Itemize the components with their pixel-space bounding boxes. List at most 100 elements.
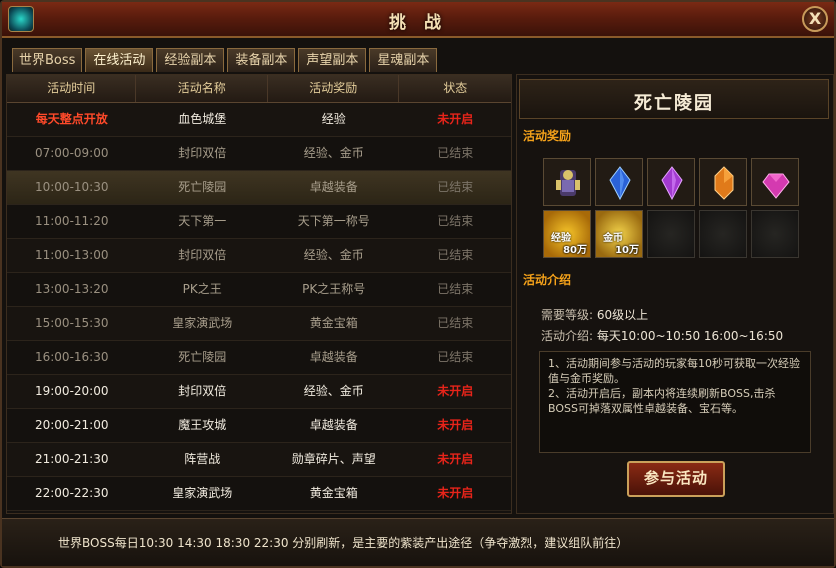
row-time: 11:00-11:20 bbox=[34, 214, 109, 228]
row-time: 每天整点开放 bbox=[35, 112, 108, 126]
row-status: 未开启 bbox=[437, 486, 474, 500]
table-row[interactable]: 16:00-16:30 死亡陵园 卓越装备 已结束 bbox=[7, 341, 511, 375]
activity-table: 活动时间 活动名称 活动奖励 状态 每天整点开放 血色城堡 经验 未开启 07:… bbox=[6, 74, 512, 514]
table-row[interactable]: 15:00-15:30 皇家演武场 黄金宝箱 已结束 bbox=[7, 307, 511, 341]
row-reward: 经验、金币 bbox=[303, 146, 364, 160]
header-status: 状态 bbox=[443, 81, 468, 95]
level-requirement: 需要等级: 60级以上 bbox=[541, 306, 648, 323]
table-row-selected[interactable]: 10:00-10:30 死亡陵园 卓越装备 已结束 bbox=[7, 171, 511, 205]
orange-crystal-icon[interactable] bbox=[699, 158, 747, 206]
header-name: 活动名称 bbox=[136, 75, 268, 102]
window-title: 挑 战 bbox=[389, 13, 447, 33]
tab-star-soul-dungeon[interactable]: 星魂副本 bbox=[369, 48, 438, 72]
reward-grid: 经验 80万 金币 10万 bbox=[543, 158, 803, 258]
exp-quantity: 80万 bbox=[563, 245, 587, 256]
row-status: 已结束 bbox=[437, 248, 474, 262]
table-row[interactable]: 20:00-21:00 魔王攻城 卓越装备 未开启 bbox=[7, 409, 511, 443]
row-time: 20:00-21:00 bbox=[34, 418, 109, 432]
table-row[interactable]: 11:00-13:00 封印双倍 经验、金币 已结束 bbox=[7, 239, 511, 273]
row-reward: PK之王称号 bbox=[302, 282, 366, 296]
table-row[interactable]: 每天整点开放 血色城堡 经验 未开启 bbox=[7, 103, 511, 137]
intro-value: 每天10:00~10:50 16:00~16:50 bbox=[596, 329, 784, 343]
row-reward: 卓越装备 bbox=[309, 418, 358, 432]
table-row[interactable]: 22:00-22:30 皇家演武场 黄金宝箱 未开启 bbox=[7, 477, 511, 511]
activity-title-box: 死亡陵园 bbox=[519, 79, 829, 119]
row-status: 未开启 bbox=[437, 384, 474, 398]
row-reward: 经验、金币 bbox=[303, 384, 364, 398]
intro-section-heading: 活动介绍 bbox=[523, 273, 572, 287]
row-name: 死亡陵园 bbox=[178, 350, 227, 364]
purple-crystal-icon[interactable] bbox=[647, 158, 695, 206]
tab-equipment-dungeon[interactable]: 装备副本 bbox=[227, 48, 296, 72]
row-reward: 经验、金币 bbox=[303, 248, 364, 262]
activity-detail-panel: 死亡陵园 活动奖励 经验 80万 金币 10万 活动介绍 需要等级: 60级以上… bbox=[516, 74, 834, 514]
tab-exp-dungeon[interactable]: 经验副本 bbox=[156, 48, 225, 72]
row-name: 封印双倍 bbox=[178, 146, 227, 160]
row-reward: 天下第一称号 bbox=[297, 214, 370, 228]
empty-slot bbox=[699, 210, 747, 258]
row-status: 已结束 bbox=[437, 316, 474, 330]
row-name: 血色城堡 bbox=[178, 112, 227, 126]
row-name: PK之王 bbox=[182, 282, 222, 296]
row-name: 封印双倍 bbox=[178, 248, 227, 262]
footer-notice: 世界BOSS每日10:30 14:30 18:30 22:30 分别刷新，是主要… bbox=[58, 536, 629, 550]
row-status: 已结束 bbox=[437, 214, 474, 228]
table-header: 活动时间 活动名称 活动奖励 状态 bbox=[7, 75, 511, 103]
description-line-1: 1、活动期间参与活动的玩家每10秒可获取一次经验值与金币奖励。 bbox=[548, 357, 800, 385]
armor-set-icon[interactable] bbox=[543, 158, 591, 206]
gold-coin-icon[interactable]: 金币 10万 bbox=[595, 210, 643, 258]
gold-quantity: 10万 bbox=[615, 245, 639, 256]
row-reward: 黄金宝箱 bbox=[309, 316, 358, 330]
activity-description: 1、活动期间参与活动的玩家每10秒可获取一次经验值与金币奖励。 2、活动开启后，… bbox=[539, 351, 811, 453]
tab-world-boss[interactable]: 世界Boss bbox=[12, 48, 83, 72]
table-row[interactable]: 07:00-09:00 封印双倍 经验、金币 已结束 bbox=[7, 137, 511, 171]
pink-gem-icon[interactable] bbox=[751, 158, 799, 206]
row-name: 封印双倍 bbox=[178, 384, 227, 398]
level-label: 需要等级: bbox=[541, 308, 594, 322]
row-time: 22:00-22:30 bbox=[34, 486, 109, 500]
row-time: 10:00-10:30 bbox=[34, 180, 109, 194]
row-status: 已结束 bbox=[437, 180, 474, 194]
tab-bar: 世界Boss 在线活动 经验副本 装备副本 声望副本 星魂副本 bbox=[12, 48, 438, 72]
row-reward: 卓越装备 bbox=[309, 180, 358, 194]
table-row[interactable]: 11:00-11:20 天下第一 天下第一称号 已结束 bbox=[7, 205, 511, 239]
join-activity-button[interactable]: 参与活动 bbox=[627, 461, 725, 497]
intro-label: 活动介绍: bbox=[541, 329, 594, 343]
row-name: 阵营战 bbox=[184, 452, 221, 466]
title-bar: 挑 战 X bbox=[2, 2, 834, 38]
row-status: 已结束 bbox=[437, 282, 474, 296]
level-value: 60级以上 bbox=[596, 308, 649, 322]
row-name: 皇家演武场 bbox=[172, 316, 233, 330]
row-name: 皇家演武场 bbox=[172, 486, 233, 500]
activity-schedule: 活动介绍: 每天10:00~10:50 16:00~16:50 bbox=[541, 327, 783, 344]
row-time: 16:00-16:30 bbox=[34, 350, 109, 364]
table-row[interactable]: 21:00-21:30 阵营战 勋章碎片、声望 未开启 bbox=[7, 443, 511, 477]
exp-icon[interactable]: 经验 80万 bbox=[543, 210, 591, 258]
row-time: 15:00-15:30 bbox=[34, 316, 109, 330]
row-status: 未开启 bbox=[437, 452, 474, 466]
row-time: 11:00-13:00 bbox=[34, 248, 109, 262]
row-time: 13:00-13:20 bbox=[34, 282, 109, 296]
footer-bar: 世界BOSS每日10:30 14:30 18:30 22:30 分别刷新，是主要… bbox=[2, 518, 834, 566]
empty-slot bbox=[751, 210, 799, 258]
reward-section-heading: 活动奖励 bbox=[523, 129, 572, 143]
row-reward: 经验 bbox=[321, 112, 346, 126]
header-time: 活动时间 bbox=[7, 75, 137, 102]
row-time: 21:00-21:30 bbox=[34, 452, 109, 466]
blue-crystal-icon[interactable] bbox=[595, 158, 643, 206]
row-name: 天下第一 bbox=[178, 214, 227, 228]
table-body: 每天整点开放 血色城堡 经验 未开启 07:00-09:00 封印双倍 经验、金… bbox=[7, 103, 511, 511]
tab-reputation-dungeon[interactable]: 声望副本 bbox=[298, 48, 367, 72]
row-status: 已结束 bbox=[437, 146, 474, 160]
table-row[interactable]: 13:00-13:20 PK之王 PK之王称号 已结束 bbox=[7, 273, 511, 307]
row-status: 已结束 bbox=[437, 350, 474, 364]
row-name: 魔王攻城 bbox=[178, 418, 227, 432]
tab-online-activity[interactable]: 在线活动 bbox=[85, 48, 154, 72]
row-status: 未开启 bbox=[437, 112, 474, 126]
description-line-2: 2、活动开启后，副本内将连续刷新BOSS,击杀BOSS可掉落双属性卓越装备、宝石… bbox=[548, 387, 776, 415]
header-reward: 活动奖励 bbox=[268, 75, 400, 102]
row-time: 19:00-20:00 bbox=[34, 384, 109, 398]
table-row[interactable]: 19:00-20:00 封印双倍 经验、金币 未开启 bbox=[7, 375, 511, 409]
close-button[interactable]: X bbox=[802, 6, 828, 32]
empty-slot bbox=[647, 210, 695, 258]
